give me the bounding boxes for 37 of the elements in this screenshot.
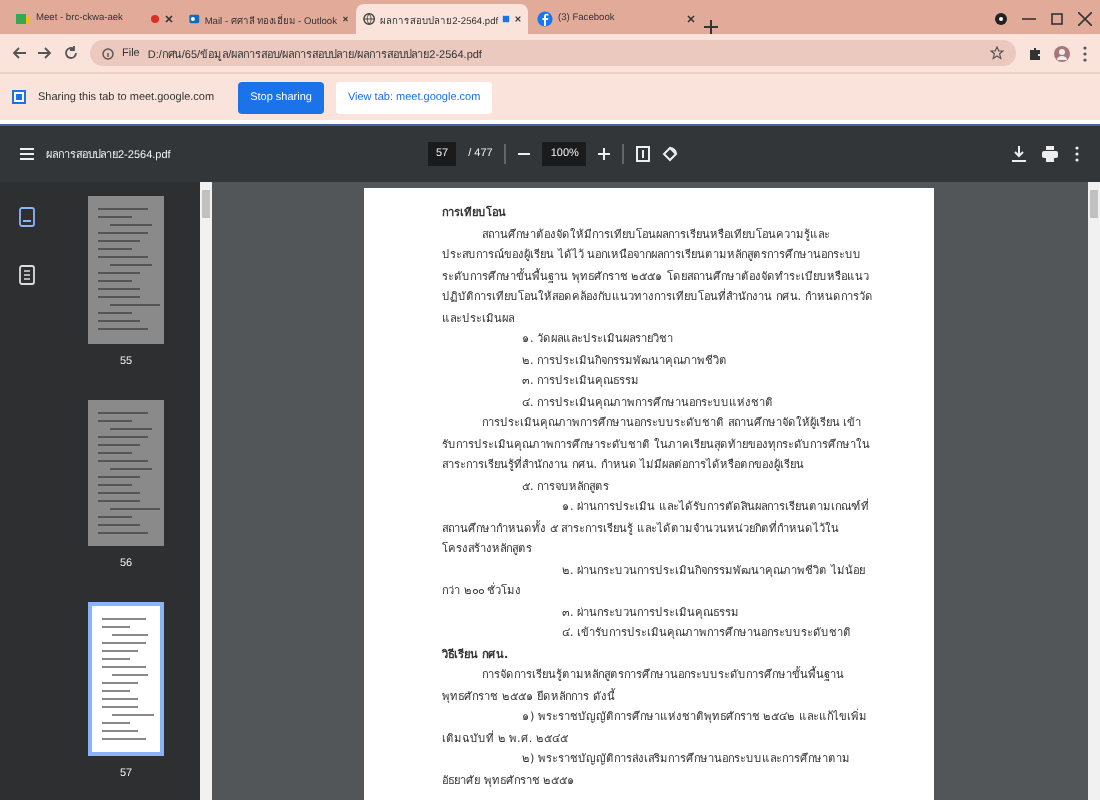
page-thumbnail[interactable]	[88, 399, 164, 546]
minimize-icon[interactable]	[1022, 12, 1036, 26]
close-icon[interactable]	[514, 14, 523, 24]
info-icon	[102, 47, 114, 59]
zoom-out-icon[interactable]	[518, 148, 531, 160]
facebook-icon	[536, 10, 554, 28]
media-control-icon[interactable]	[994, 12, 1008, 26]
close-icon[interactable]	[1078, 12, 1092, 26]
close-icon[interactable]	[164, 14, 174, 24]
new-tab-icon[interactable]	[704, 20, 718, 34]
menu-icon[interactable]	[20, 148, 34, 160]
page-thumbnail[interactable]	[88, 602, 164, 756]
rotate-icon[interactable]	[662, 146, 679, 162]
back-icon[interactable]	[12, 46, 26, 60]
more-menu-icon[interactable]	[1074, 146, 1080, 162]
outline-view-icon[interactable]	[17, 264, 35, 286]
meet-icon	[14, 10, 32, 28]
reload-icon[interactable]	[64, 46, 78, 60]
scrollbar[interactable]	[200, 182, 212, 800]
more-menu-icon[interactable]	[1082, 45, 1088, 61]
mail-icon	[188, 10, 201, 28]
maximize-icon[interactable]	[1050, 12, 1064, 26]
close-icon[interactable]	[686, 14, 696, 24]
sharing-icon	[12, 90, 26, 104]
zoom-in-icon[interactable]	[598, 148, 611, 160]
scrollbar[interactable]	[1088, 182, 1100, 800]
extensions-icon[interactable]	[1028, 46, 1042, 60]
close-icon[interactable]	[341, 14, 348, 24]
page-thumbnail[interactable]	[88, 196, 164, 343]
download-icon[interactable]	[1012, 146, 1026, 162]
fit-page-icon[interactable]	[636, 146, 651, 162]
thumbnail-view-icon[interactable]	[17, 206, 35, 228]
print-icon[interactable]	[1042, 146, 1058, 162]
forward-icon[interactable]	[38, 46, 52, 60]
globe-icon	[362, 10, 377, 28]
avatar-icon[interactable]	[1054, 45, 1070, 61]
star-icon[interactable]	[990, 46, 1004, 60]
